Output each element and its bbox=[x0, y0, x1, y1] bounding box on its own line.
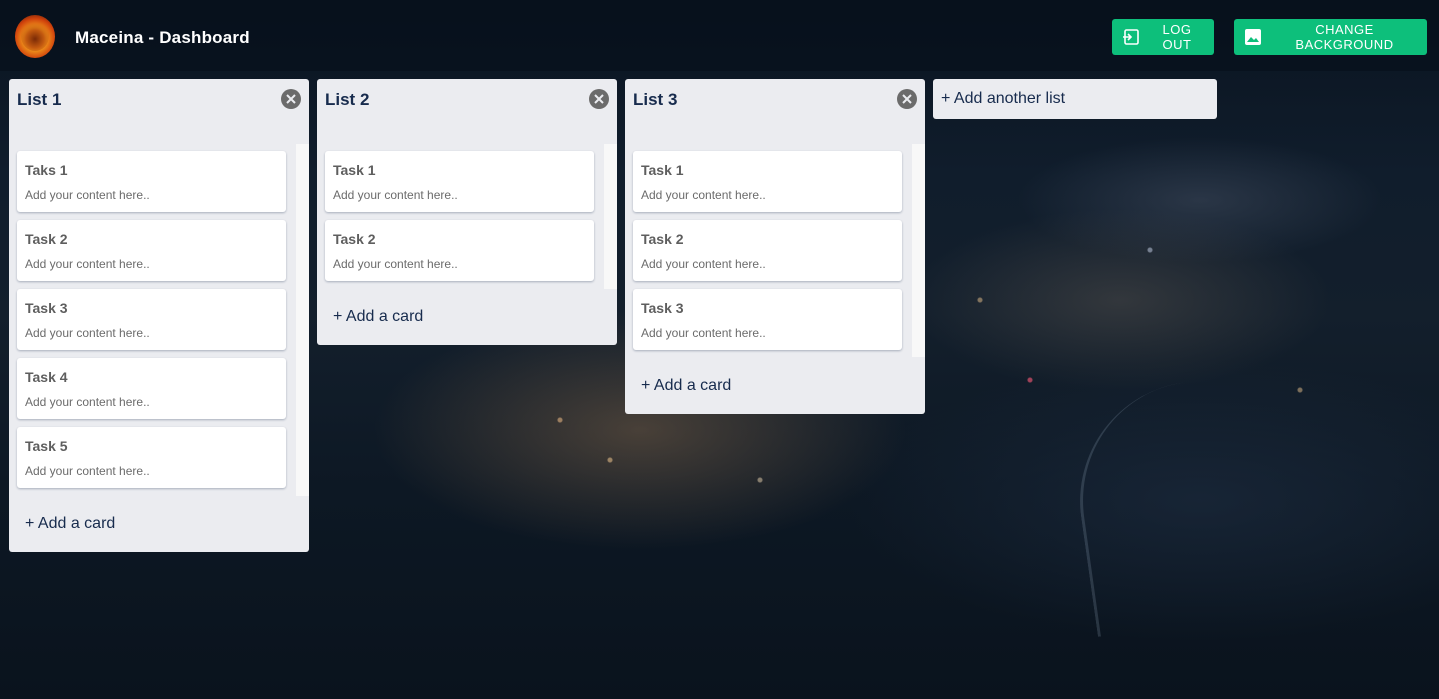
card-title: Task 1 bbox=[333, 162, 376, 178]
logout-label: LOG OUT bbox=[1162, 22, 1192, 52]
card-content: Add your content here.. bbox=[25, 395, 150, 409]
card-list: Task 1 Add your content here.. Task 2 Ad… bbox=[325, 151, 594, 289]
list-title[interactable]: List 3 bbox=[633, 90, 677, 110]
card-title: Taks 1 bbox=[25, 162, 68, 178]
app-title: Maceina - Dashboard bbox=[75, 28, 250, 47]
task-card[interactable]: Task 5 Add your content here.. bbox=[17, 427, 286, 488]
card-list: Taks 1 Add your content here.. Task 2 Ad… bbox=[17, 151, 286, 496]
add-list-button[interactable]: + Add another list bbox=[933, 79, 1217, 119]
task-card[interactable]: Task 3 Add your content here.. bbox=[633, 289, 902, 350]
task-card[interactable]: Taks 1 Add your content here.. bbox=[17, 151, 286, 212]
card-content: Add your content here.. bbox=[25, 326, 150, 340]
card-title: Task 3 bbox=[25, 300, 68, 316]
close-icon bbox=[902, 94, 912, 104]
card-content: Add your content here.. bbox=[25, 188, 150, 202]
card-title: Task 2 bbox=[25, 231, 68, 247]
task-card[interactable]: Task 1 Add your content here.. bbox=[633, 151, 902, 212]
card-content: Add your content here.. bbox=[641, 257, 766, 271]
delete-list-button[interactable] bbox=[897, 89, 917, 109]
card-title: Task 1 bbox=[641, 162, 684, 178]
task-card[interactable]: Task 4 Add your content here.. bbox=[17, 358, 286, 419]
add-card-button[interactable]: + Add a card bbox=[641, 377, 731, 395]
logout-button[interactable]: LOG OUT bbox=[1112, 19, 1214, 55]
close-icon bbox=[594, 94, 604, 104]
delete-list-button[interactable] bbox=[281, 89, 301, 109]
card-content: Add your content here.. bbox=[641, 326, 766, 340]
card-title: Task 3 bbox=[641, 300, 684, 316]
task-card[interactable]: Task 2 Add your content here.. bbox=[325, 220, 594, 281]
card-title: Task 4 bbox=[25, 369, 68, 385]
task-card[interactable]: Task 2 Add your content here.. bbox=[17, 220, 286, 281]
task-card[interactable]: Task 1 Add your content here.. bbox=[325, 151, 594, 212]
change-background-button[interactable]: CHANGE BACKGROUND bbox=[1234, 19, 1427, 55]
list-column: List 3 Task 1 Add your content here.. Ta… bbox=[625, 79, 925, 414]
scrollbar[interactable] bbox=[604, 144, 617, 289]
scrollbar[interactable] bbox=[912, 144, 925, 357]
change-background-label: CHANGE BACKGROUND bbox=[1295, 22, 1394, 52]
card-content: Add your content here.. bbox=[333, 188, 458, 202]
list-column: List 1 Taks 1 Add your content here.. Ta… bbox=[9, 79, 309, 552]
add-card-button[interactable]: + Add a card bbox=[333, 308, 423, 326]
lion-logo-icon bbox=[15, 15, 55, 58]
scrollbar[interactable] bbox=[296, 144, 309, 496]
task-card[interactable]: Task 3 Add your content here.. bbox=[17, 289, 286, 350]
card-content: Add your content here.. bbox=[25, 257, 150, 271]
add-card-button[interactable]: + Add a card bbox=[25, 515, 115, 533]
card-title: Task 2 bbox=[333, 231, 376, 247]
image-icon bbox=[1244, 28, 1262, 46]
card-list: Task 1 Add your content here.. Task 2 Ad… bbox=[633, 151, 902, 358]
card-title: Task 2 bbox=[641, 231, 684, 247]
list-title[interactable]: List 1 bbox=[17, 90, 61, 110]
app-header: Maceina - Dashboard LOG OUT CHANGE BACKG… bbox=[0, 0, 1439, 71]
background-river-trail bbox=[1064, 363, 1356, 637]
list-column: List 2 Task 1 Add your content here.. Ta… bbox=[317, 79, 617, 345]
list-title[interactable]: List 2 bbox=[325, 90, 369, 110]
card-content: Add your content here.. bbox=[25, 464, 150, 478]
card-content: Add your content here.. bbox=[333, 257, 458, 271]
task-card[interactable]: Task 2 Add your content here.. bbox=[633, 220, 902, 281]
card-title: Task 5 bbox=[25, 438, 68, 454]
card-content: Add your content here.. bbox=[641, 188, 766, 202]
delete-list-button[interactable] bbox=[589, 89, 609, 109]
close-icon bbox=[286, 94, 296, 104]
logout-icon bbox=[1122, 28, 1140, 46]
